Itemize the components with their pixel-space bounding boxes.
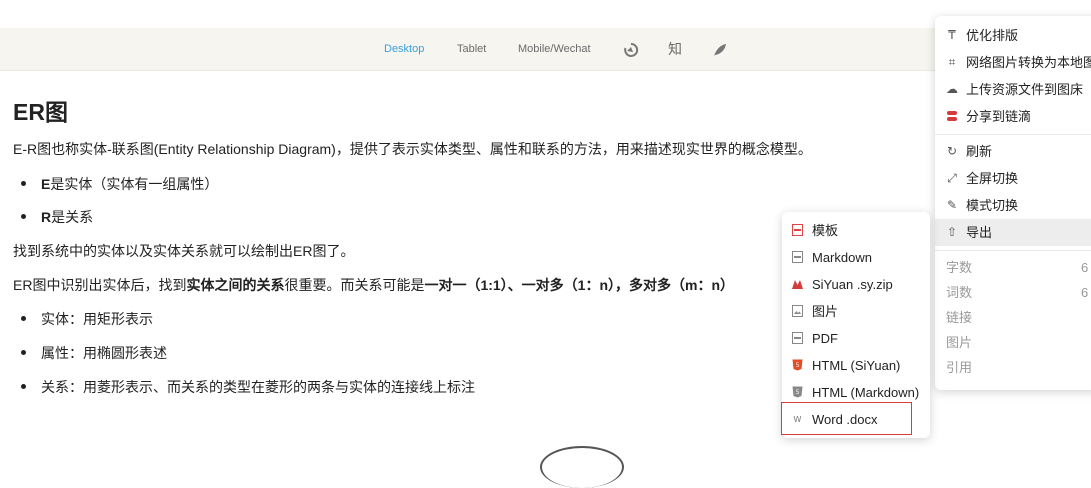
refresh-swirl-icon[interactable] [623, 42, 639, 58]
fullscreen-icon: ⤢ [947, 171, 957, 185]
paragraph: ER图中识别出实体后，找到实体之间的关系很重要。而关系可能是一对一（1:1）、一… [13, 277, 735, 293]
list-item: 实体：用矩形表示 [21, 309, 153, 329]
svg-text:5: 5 [796, 362, 800, 369]
tab-desktop[interactable]: Desktop [384, 28, 424, 71]
image-file-icon [792, 305, 803, 317]
list-item: 属性：用椭圆形表述 [21, 343, 167, 363]
stat-image-count: 图片 [946, 335, 973, 350]
crop-icon: ⌗ [948, 55, 956, 69]
stat-char-count: 字数 6 [946, 260, 1089, 275]
list-item: E是实体（实体有一组属性） [21, 174, 218, 194]
template-file-icon [792, 224, 803, 236]
format-paint-icon: ₸ [948, 28, 956, 42]
markdown-file-icon [792, 251, 803, 263]
export-image[interactable]: 图片 [782, 298, 930, 325]
top-strip [0, 0, 1091, 28]
menu-divider [935, 250, 1091, 251]
stat-word-count: 词数 6 [946, 285, 1089, 300]
list-item: R是关系 [21, 207, 93, 227]
upload-icon: ⇧ [946, 225, 958, 239]
menu-item-share-liandi[interactable]: 分享到链滴 [935, 103, 1091, 130]
preview-toolbar: Desktop Tablet Mobile/Wechat 知 [0, 28, 1091, 71]
menu-item-export[interactable]: ⇧ 导出 [935, 219, 1091, 246]
export-markdown[interactable]: Markdown [782, 244, 930, 271]
page-title: ER图 [13, 99, 68, 125]
html5-icon: 5 [792, 359, 803, 371]
menu-item-convert-images[interactable]: ⌗ 网络图片转换为本地图 [935, 49, 1091, 76]
intro-paragraph: E-R图也称实体-联系图(Entity Relationship Diagram… [13, 141, 812, 157]
menu-item-refresh[interactable]: ↻ 刷新 [935, 138, 1091, 165]
siyuan-logo-icon [792, 280, 803, 289]
paragraph: 找到系统中的实体以及实体关系就可以绘制出ER图了。 [13, 243, 355, 259]
menu-divider [935, 134, 1091, 135]
menu-item-upload-assets[interactable]: ☁ 上传资源文件到图床 [935, 76, 1091, 103]
html5-gray-icon: 5 [792, 386, 803, 398]
export-siyuan-zip[interactable]: SiYuan .sy.zip [782, 271, 930, 298]
pencil-icon: ✎ [946, 198, 958, 212]
feather-icon[interactable] [712, 42, 728, 58]
tab-tablet[interactable]: Tablet [457, 28, 486, 71]
export-html-siyuan[interactable]: 5 HTML (SiYuan) [782, 352, 930, 379]
diagram-image-partial [540, 446, 624, 488]
export-template[interactable]: 模板 [782, 217, 930, 244]
export-pdf[interactable]: PDF [782, 325, 930, 352]
export-submenu: 模板 Markdown SiYuan .sy.zip 图片 PDF 5 HTML… [781, 212, 930, 438]
menu-item-optimize-format[interactable]: ₸ 优化排版 [935, 22, 1091, 49]
tab-mobile-wechat[interactable]: Mobile/Wechat [518, 28, 591, 71]
zhihu-icon[interactable]: 知 [668, 28, 682, 71]
highlight-box [781, 402, 912, 435]
liandi-logo-icon [947, 111, 957, 121]
stat-ref-count: 引用 [946, 360, 973, 375]
svg-text:5: 5 [796, 389, 800, 396]
menu-item-fullscreen[interactable]: ⤢ 全屏切换 [935, 165, 1091, 192]
pdf-file-icon [792, 332, 803, 344]
more-menu: ₸ 优化排版 ⌗ 网络图片转换为本地图 ☁ 上传资源文件到图床 分享到链滴 ↻ … [935, 16, 1091, 390]
stat-link-count: 链接 [946, 310, 973, 325]
refresh-icon: ↻ [946, 144, 958, 158]
menu-item-mode-switch[interactable]: ✎ 模式切换 [935, 192, 1091, 219]
list-item: 关系：用菱形表示、而关系的类型在菱形的两条与实体的连接线上标注 [21, 377, 475, 397]
cloud-icon: ☁ [946, 82, 958, 96]
